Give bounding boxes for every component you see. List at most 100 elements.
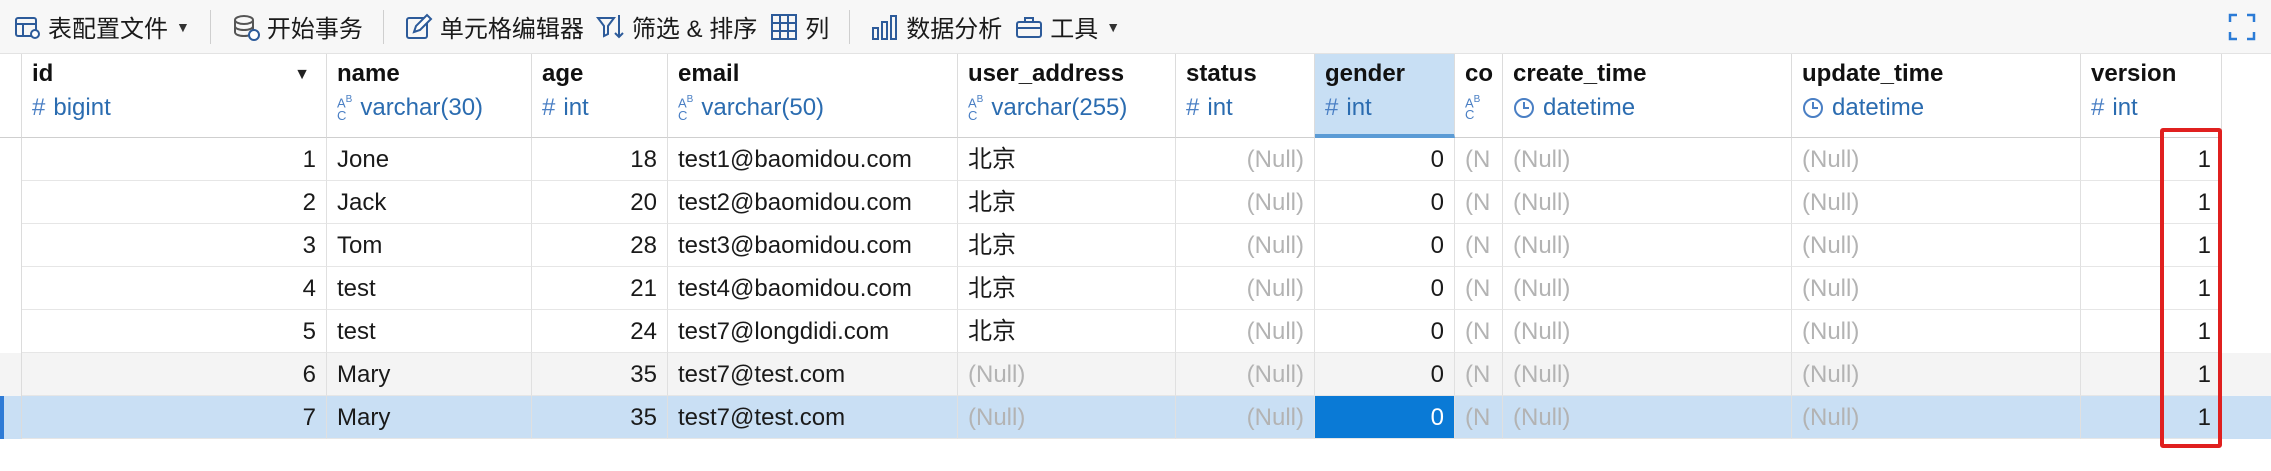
cell-update-time[interactable]: (Null)	[1792, 138, 2081, 181]
cell-create-time[interactable]: (Null)	[1503, 396, 1792, 439]
cell-name[interactable]: Tom	[327, 224, 532, 267]
table-row[interactable]: 5 test 24 test7@longdidi.com 北京 (Null) 0 (N (Nul…	[0, 310, 2271, 353]
cell-email[interactable]: test2@baomidou.com	[668, 181, 958, 224]
row-selector[interactable]	[0, 353, 22, 396]
table-row[interactable]: 2 Jack 20 test2@baomidou.com 北京 (Null) 0 (N (Nul…	[0, 181, 2271, 224]
cell-status[interactable]: (Null)	[1176, 138, 1315, 181]
cell-create-time[interactable]: (Null)	[1503, 138, 1792, 181]
cell-email[interactable]: test3@baomidou.com	[668, 224, 958, 267]
cell-id[interactable]: 7	[22, 396, 327, 439]
cell-gender[interactable]: 0	[1315, 224, 1455, 267]
cell-user-address[interactable]: 北京	[958, 181, 1176, 224]
cell-user-address[interactable]: 北京	[958, 224, 1176, 267]
cell-id[interactable]: 6	[22, 353, 327, 396]
cell-name[interactable]: test	[327, 267, 532, 310]
row-selector[interactable]	[0, 224, 22, 267]
cell-user-address[interactable]: (Null)	[958, 353, 1176, 396]
cell-status[interactable]: (Null)	[1176, 224, 1315, 267]
row-selector[interactable]	[0, 181, 22, 224]
row-selector[interactable]	[0, 396, 22, 439]
cell-gender[interactable]: 0	[1315, 396, 1455, 439]
cell-user-address[interactable]: (Null)	[958, 396, 1176, 439]
cell-status[interactable]: (Null)	[1176, 181, 1315, 224]
column-header-update-time[interactable]: update_time datetime	[1792, 54, 2081, 138]
column-header-id[interactable]: id # bigint ▼	[22, 54, 327, 138]
cell-age[interactable]: 35	[532, 396, 668, 439]
cell-create-time[interactable]: (Null)	[1503, 310, 1792, 353]
begin-transaction-button[interactable]: 开始事务	[225, 0, 369, 54]
cell-create-time[interactable]: (Null)	[1503, 181, 1792, 224]
columns-button[interactable]: 列	[763, 0, 835, 54]
cell-gender[interactable]: 0	[1315, 310, 1455, 353]
column-header-email[interactable]: email AB C varchar(50)	[668, 54, 958, 138]
cell-id[interactable]: 3	[22, 224, 327, 267]
cell-email[interactable]: test4@baomidou.com	[668, 267, 958, 310]
cell-update-time[interactable]: (Null)	[1792, 181, 2081, 224]
column-header-version[interactable]: version # int	[2081, 54, 2222, 138]
cell-user-address[interactable]: 北京	[958, 138, 1176, 181]
cell-id[interactable]: 5	[22, 310, 327, 353]
cell-age[interactable]: 35	[532, 353, 668, 396]
table-config-button[interactable]: 表配置文件 ▼	[6, 0, 196, 54]
cell-co[interactable]: (N	[1455, 353, 1503, 396]
cell-gender[interactable]: 0	[1315, 267, 1455, 310]
data-analysis-button[interactable]: 数据分析	[864, 0, 1008, 54]
table-row[interactable]: 6 Mary 35 test7@test.com (Null) (Null) 0 (N (Nul…	[0, 353, 2271, 396]
cell-status[interactable]: (Null)	[1176, 310, 1315, 353]
cell-age[interactable]: 21	[532, 267, 668, 310]
cell-update-time[interactable]: (Null)	[1792, 396, 2081, 439]
row-selector[interactable]	[0, 138, 22, 181]
row-selector[interactable]	[0, 267, 22, 310]
tools-button[interactable]: 工具 ▼	[1008, 0, 1126, 54]
cell-age[interactable]: 20	[532, 181, 668, 224]
cell-status[interactable]: (Null)	[1176, 353, 1315, 396]
cell-update-time[interactable]: (Null)	[1792, 267, 2081, 310]
cell-name[interactable]: test	[327, 310, 532, 353]
column-header-name[interactable]: name AB C varchar(30)	[327, 54, 532, 138]
cell-create-time[interactable]: (Null)	[1503, 224, 1792, 267]
cell-update-time[interactable]: (Null)	[1792, 310, 2081, 353]
cell-age[interactable]: 28	[532, 224, 668, 267]
filter-sort-button[interactable]: 筛选 & 排序	[590, 0, 763, 54]
cell-email[interactable]: test7@test.com	[668, 353, 958, 396]
column-header-user-address[interactable]: user_address AB C varchar(255)	[958, 54, 1176, 138]
cell-update-time[interactable]: (Null)	[1792, 224, 2081, 267]
cell-create-time[interactable]: (Null)	[1503, 267, 1792, 310]
cell-co[interactable]: (N	[1455, 396, 1503, 439]
column-header-gender[interactable]: gender # int	[1315, 54, 1455, 138]
cell-user-address[interactable]: 北京	[958, 267, 1176, 310]
cell-age[interactable]: 24	[532, 310, 668, 353]
fullscreen-icon[interactable]	[2227, 12, 2257, 42]
cell-co[interactable]: (N	[1455, 138, 1503, 181]
cell-status[interactable]: (Null)	[1176, 396, 1315, 439]
cell-name[interactable]: Mary	[327, 353, 532, 396]
cell-co[interactable]: (N	[1455, 267, 1503, 310]
cell-name[interactable]: Jone	[327, 138, 532, 181]
cell-co[interactable]: (N	[1455, 310, 1503, 353]
table-row[interactable]: 4 test 21 test4@baomidou.com 北京 (Null) 0 (N (Nul…	[0, 267, 2271, 310]
sort-dropdown-icon[interactable]: ▼	[294, 66, 310, 84]
cell-email[interactable]: test7@longdidi.com	[668, 310, 958, 353]
cell-email[interactable]: test1@baomidou.com	[668, 138, 958, 181]
cell-gender[interactable]: 0	[1315, 353, 1455, 396]
cell-id[interactable]: 2	[22, 181, 327, 224]
cell-gender[interactable]: 0	[1315, 138, 1455, 181]
cell-editor-button[interactable]: 单元格编辑器	[398, 0, 590, 54]
column-header-status[interactable]: status # int	[1176, 54, 1315, 138]
row-selector[interactable]	[0, 310, 22, 353]
column-header-co[interactable]: co AB C	[1455, 54, 1503, 138]
cell-update-time[interactable]: (Null)	[1792, 353, 2081, 396]
table-row[interactable]: 1 Jone 18 test1@baomidou.com 北京 (Null) 0 (N (Nul…	[0, 138, 2271, 181]
cell-co[interactable]: (N	[1455, 224, 1503, 267]
cell-gender[interactable]: 0	[1315, 181, 1455, 224]
table-row[interactable]: 7 Mary 35 test7@test.com (Null) (Null) 0 (N (Nul…	[0, 396, 2271, 439]
cell-email[interactable]: test7@test.com	[668, 396, 958, 439]
cell-id[interactable]: 1	[22, 138, 327, 181]
cell-name[interactable]: Jack	[327, 181, 532, 224]
cell-user-address[interactable]: 北京	[958, 310, 1176, 353]
cell-id[interactable]: 4	[22, 267, 327, 310]
column-header-create-time[interactable]: create_time datetime	[1503, 54, 1792, 138]
cell-name[interactable]: Mary	[327, 396, 532, 439]
cell-create-time[interactable]: (Null)	[1503, 353, 1792, 396]
table-row[interactable]: 3 Tom 28 test3@baomidou.com 北京 (Null) 0 (N (Null…	[0, 224, 2271, 267]
